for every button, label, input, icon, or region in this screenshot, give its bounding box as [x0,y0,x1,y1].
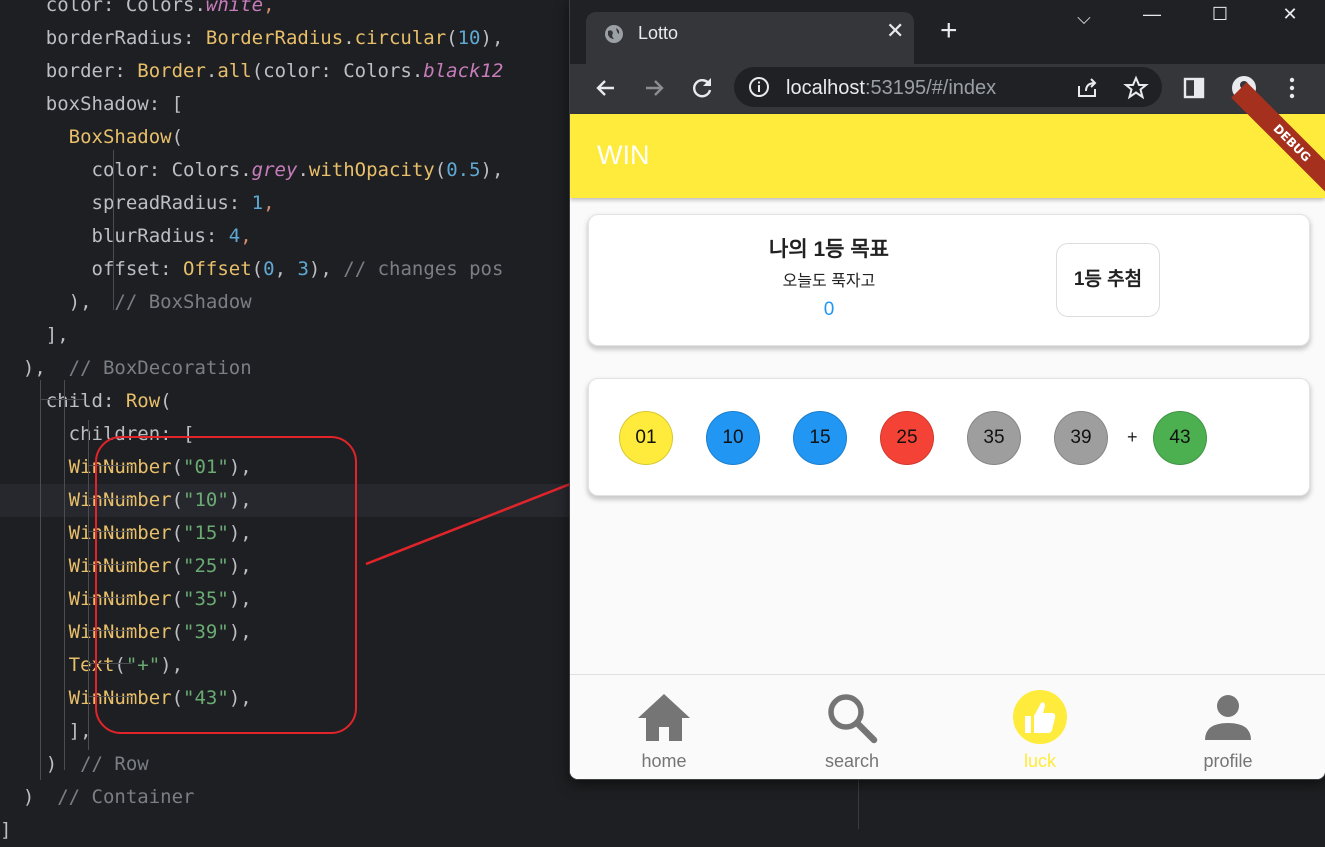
maximize-button[interactable]: ☐ [1200,4,1240,25]
browser-window: Lotto ✕ + ⌵ — ☐ ✕ localhost:53195/#/inde… [570,0,1325,779]
nav-label-search: search [824,751,880,771]
number-ball: 01 [619,411,673,465]
close-window-button[interactable]: ✕ [1270,4,1310,25]
nav-label-luck: luck [1023,751,1056,771]
url-host: localhost [786,77,865,99]
url-path: :53195/#/index [864,77,997,99]
winning-numbers-card: 01 10 15 25 35 39 + 43 [588,378,1310,496]
draw-button[interactable]: 1등 추첨 [1056,243,1160,317]
number-ball: 15 [793,411,847,465]
bottom-navigation: home search luck profile [570,674,1325,779]
side-panel-icon[interactable] [1180,74,1208,102]
number-ball: 35 [967,411,1021,465]
app-bar-title: WIN [597,140,650,170]
site-info-icon[interactable] [748,76,770,98]
nav-item-luck[interactable]: luck [946,675,1134,779]
bookmark-star-icon[interactable] [1122,74,1150,102]
person-icon [1205,695,1251,740]
app-bar: WIN DEBUG [570,82,1325,204]
tab-search-button[interactable]: ⌵ [1064,8,1104,29]
thumb-up-icon [1013,690,1067,744]
browser-titlebar: Lotto ✕ + ⌵ — ☐ ✕ [570,0,1325,64]
goal-card: 나의 1등 목표 오늘도 푹자고 0 1등 추첨 [588,214,1310,346]
globe-icon [605,25,623,43]
share-icon[interactable] [1074,74,1102,102]
number-ball: 39 [1054,411,1108,465]
nav-item-profile[interactable]: profile [1134,675,1322,779]
plus-sign: + [1127,427,1138,447]
number-ball: 10 [706,411,760,465]
minimize-button[interactable]: — [1132,4,1172,25]
tab-close-button[interactable]: ✕ [886,20,904,42]
nav-item-search[interactable]: search [758,675,946,779]
new-tab-button[interactable]: + [940,16,958,46]
goal-count: 0 [823,299,835,320]
home-icon [638,694,690,741]
bonus-number-ball: 43 [1153,411,1207,465]
browser-tab[interactable]: Lotto ✕ [586,12,914,64]
goal-heading: 나의 1등 목표 [769,238,889,261]
tab-title: Lotto [638,23,679,43]
reload-icon[interactable] [688,74,716,102]
browser-toolbar: localhost:53195/#/index [570,64,1325,114]
search-icon [828,694,878,744]
more-menu-icon[interactable] [1278,74,1306,102]
lotto-app: WIN DEBUG 나의 1등 목표 오늘도 푹자고 0 1등 추첨 01 10… [570,82,1325,779]
forward-icon[interactable] [640,74,668,102]
back-icon[interactable] [592,74,620,102]
number-ball: 25 [880,411,934,465]
nav-label-profile: profile [1203,751,1253,771]
url-text: localhost:53195/#/index [786,77,996,100]
nav-label-home: home [641,751,687,771]
nav-item-home[interactable]: home [570,675,758,779]
goal-subtitle: 오늘도 푹자고 [782,273,876,290]
address-bar[interactable]: localhost:53195/#/index [734,67,1162,107]
